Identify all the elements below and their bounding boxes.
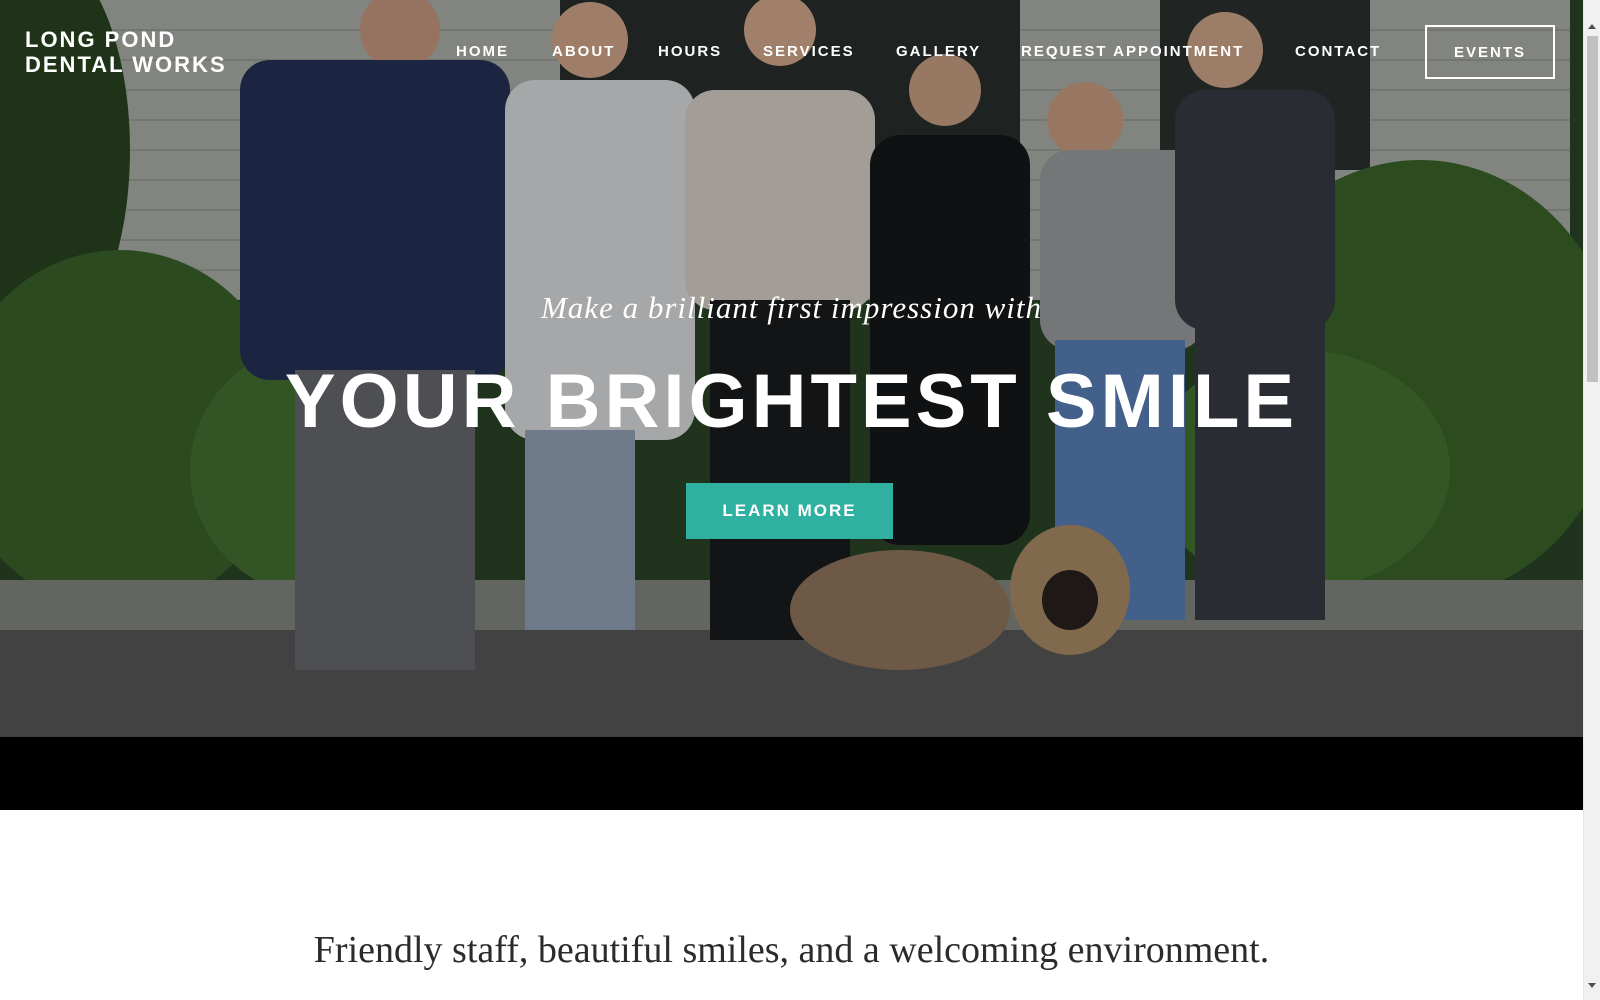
scroll-up-arrow-icon[interactable] [1588,24,1596,29]
hero-headline: YOUR BRIGHTEST SMILE [284,359,1299,444]
nav-gallery[interactable]: GALLERY [896,43,981,61]
nav-request-appointment[interactable]: REQUEST APPOINTMENT [1021,43,1244,61]
intro-text: Friendly staff, beautiful smiles, and a … [313,929,1270,971]
site-title-link[interactable]: LONG POND DENTAL WORKS [25,27,265,77]
scrollbar-thumb[interactable] [1587,36,1598,382]
nav-home[interactable]: HOME [456,43,509,61]
page: LONG POND DENTAL WORKS HOME ABOUT HOURS … [0,0,1583,1000]
nav-services[interactable]: SERVICES [763,43,855,61]
nav-about[interactable]: ABOUT [552,43,615,61]
hero-tagline: Make a brilliant first impression with [540,290,1042,325]
vertical-scrollbar[interactable] [1583,0,1600,1000]
hero-bottom-band [0,737,1583,810]
nav-contact[interactable]: CONTACT [1295,43,1381,61]
scroll-down-arrow-icon[interactable] [1588,983,1596,988]
nav-hours[interactable]: HOURS [658,43,722,61]
learn-more-button[interactable]: LEARN MORE [686,483,893,539]
site-title-line1: LONG POND [25,27,177,52]
site-title-line2: DENTAL WORKS [25,52,227,77]
events-button[interactable]: EVENTS [1425,25,1555,79]
